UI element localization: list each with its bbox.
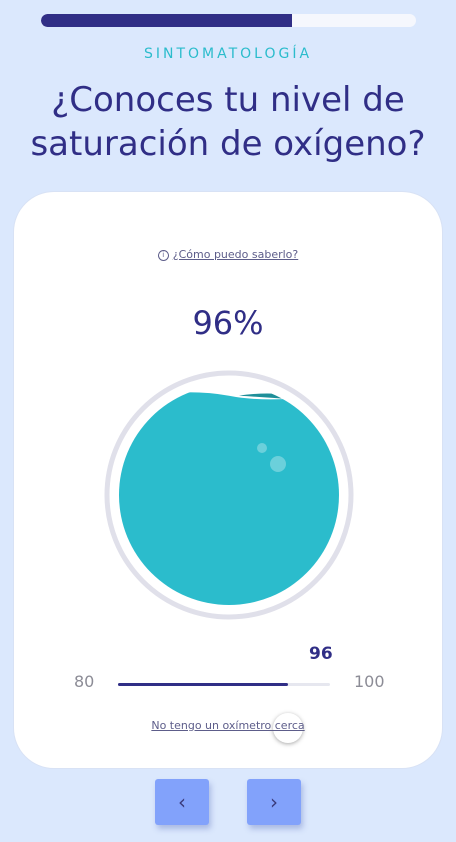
section-label: SINTOMATOLOGÍA (143, 46, 313, 62)
slider-track[interactable] (118, 683, 330, 743)
no-oximeter-link[interactable]: No tengo un oxímetro cerca (151, 719, 304, 732)
info-icon: i (157, 250, 169, 261)
help-link[interactable]: ¿Cómo puedo saberlo? (173, 248, 299, 261)
slider-max-label: 100 (354, 672, 385, 691)
next-button[interactable]: › (247, 779, 301, 825)
page-title-line-1: ¿Conoces tu nivel de (51, 80, 405, 120)
progress-bar-fill (41, 14, 293, 27)
oxygen-gauge (104, 370, 354, 620)
bubble-large (270, 456, 286, 472)
saturation-percent: 96% (192, 304, 264, 342)
progress-bar (41, 14, 416, 27)
chevron-right-icon: › (270, 790, 278, 814)
slider-track-fill (118, 683, 288, 686)
chevron-left-icon: ‹ (178, 790, 186, 814)
bubble-small (257, 443, 267, 453)
previous-button[interactable]: ‹ (155, 779, 209, 825)
question-card: i ¿Cómo puedo saberlo? 96% 80 96 100 No t… (14, 192, 442, 768)
help-row: i ¿Cómo puedo saberlo? (14, 248, 442, 261)
slider-min-label: 80 (74, 672, 95, 691)
page-title: ¿Conoces tu nivel de saturación de oxíge… (0, 78, 456, 166)
saturation-slider[interactable]: 80 96 100 (14, 638, 442, 743)
slider-value-label: 96 (309, 644, 333, 664)
no-oximeter-row: No tengo un oxímetro cerca (14, 719, 442, 732)
page-title-line-2: saturación de oxígeno? (30, 124, 426, 164)
